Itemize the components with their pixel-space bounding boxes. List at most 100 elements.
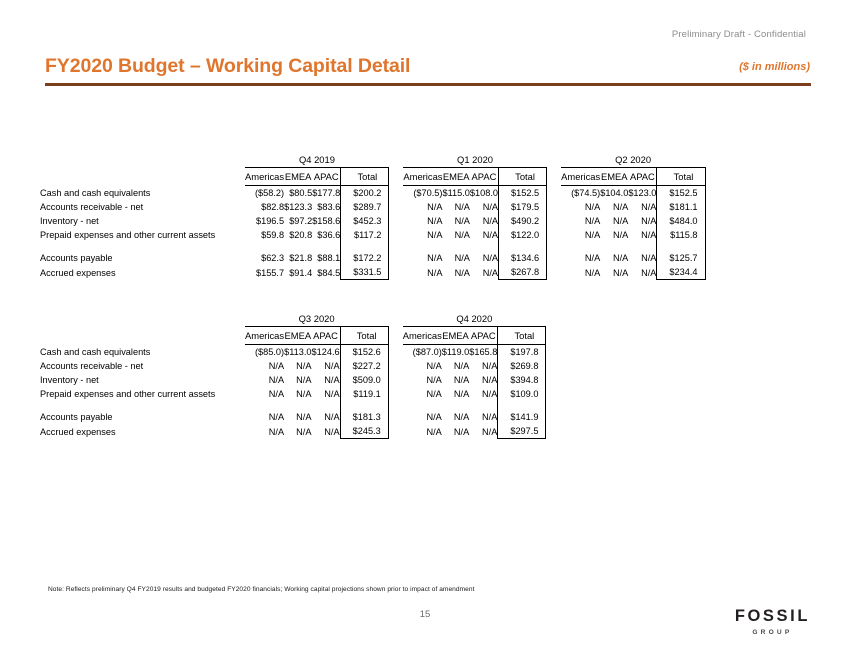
data-cell: $117.2 bbox=[340, 228, 390, 242]
spacer-cell bbox=[628, 242, 657, 251]
data-cell: N/A bbox=[641, 253, 657, 263]
data-cell: $104.0 bbox=[600, 188, 629, 198]
data-cell: N/A bbox=[324, 361, 340, 371]
slide-canvas: Preliminary Draft - Confidential FY2020 … bbox=[0, 0, 850, 657]
column-header-total: Total bbox=[656, 167, 706, 186]
data-cell: $36.6 bbox=[317, 230, 341, 240]
spacer-cell bbox=[340, 242, 390, 251]
row-group-gap bbox=[547, 251, 562, 265]
data-cell: $123.3 bbox=[284, 202, 313, 212]
data-cell: $196.5 bbox=[255, 216, 285, 226]
data-cell: N/A bbox=[453, 361, 470, 371]
data-cell: $227.2 bbox=[339, 359, 389, 373]
row-group-gap bbox=[547, 265, 562, 280]
units-label: ($ in millions) bbox=[739, 61, 810, 73]
table-row: Accrued expenses $155.7 $91.4 $84.5 $331.5 N/… bbox=[40, 265, 706, 280]
data-cell: $134.6 bbox=[498, 251, 548, 265]
table-row: Inventory - net N/A N/A N/A $509.0 N/A N/A N/A $… bbox=[40, 373, 547, 387]
data-cell: $200.2 bbox=[340, 185, 390, 200]
row-group-gap bbox=[389, 251, 404, 265]
column-header-row: Americas EMEA APAC Total Americas EMEA APAC Tot… bbox=[40, 326, 547, 345]
data-cell: $115.8 bbox=[656, 228, 706, 242]
table-row: Accrued expenses N/A N/A N/A $245.3 N/A N/A N/A… bbox=[40, 424, 547, 439]
data-cell: N/A bbox=[612, 267, 629, 278]
data-cell: $158.6 bbox=[312, 216, 341, 226]
row-group-gap bbox=[388, 359, 403, 373]
quarter-group-gap bbox=[389, 152, 404, 168]
row-label: Accounts receivable - net bbox=[40, 361, 144, 371]
column-header-americas: Americas bbox=[561, 167, 601, 186]
data-cell: $179.5 bbox=[498, 200, 548, 214]
data-cell: $152.5 bbox=[498, 185, 548, 200]
data-cell: N/A bbox=[296, 426, 312, 437]
table-row: Prepaid expenses and other current asset… bbox=[40, 387, 547, 401]
data-cell: N/A bbox=[454, 253, 470, 263]
confidential-label: Preliminary Draft - Confidential bbox=[671, 29, 806, 40]
data-cell: N/A bbox=[268, 389, 285, 399]
row-group-gap bbox=[389, 214, 404, 228]
data-cell: N/A bbox=[584, 202, 601, 212]
column-header-americas: Americas bbox=[403, 167, 443, 186]
data-cell: N/A bbox=[324, 412, 340, 422]
data-cell: $269.8 bbox=[497, 359, 547, 373]
column-header-emea: EMEA bbox=[600, 167, 629, 186]
data-cell: N/A bbox=[482, 230, 499, 240]
data-cell: N/A bbox=[427, 202, 443, 212]
spacer-cell bbox=[497, 401, 547, 410]
table-two-head: Q3 2020 Q4 2020 Americas EMEA APAC Total Amer… bbox=[40, 311, 547, 345]
data-cell: ($58.2) bbox=[254, 188, 285, 198]
table-two-body: Cash and cash equivalents ($85.0) $113.0 $1… bbox=[40, 344, 547, 439]
row-label: Inventory - net bbox=[40, 216, 99, 226]
data-cell: N/A bbox=[641, 202, 657, 212]
data-cell: $115.0 bbox=[442, 188, 470, 198]
data-cell: $97.2 bbox=[289, 216, 313, 226]
data-cell: $181.1 bbox=[656, 200, 706, 214]
spacer-cell bbox=[40, 401, 245, 410]
data-cell: N/A bbox=[584, 230, 601, 240]
row-group-gap bbox=[547, 200, 562, 214]
data-cell: N/A bbox=[296, 375, 312, 385]
data-cell: $119.0 bbox=[441, 347, 470, 357]
table-row: Prepaid expenses and other current asset… bbox=[40, 228, 706, 242]
quarter-group-gap bbox=[547, 152, 562, 168]
row-group-gap bbox=[388, 424, 403, 439]
row-group-gap bbox=[547, 228, 562, 242]
spacer-cell bbox=[600, 242, 628, 251]
data-cell: $82.8 bbox=[261, 202, 285, 212]
table-row: Accounts receivable - net $82.8 $123.3 $83.… bbox=[40, 200, 706, 214]
spacer-cell bbox=[284, 401, 311, 410]
spacer-gap-cell bbox=[388, 401, 403, 410]
data-cell: N/A bbox=[426, 412, 442, 422]
column-header-apac: APAC bbox=[469, 167, 499, 186]
spacer-cell bbox=[469, 401, 498, 410]
spacer-gap-cell bbox=[547, 242, 562, 251]
data-cell: $394.8 bbox=[497, 373, 547, 387]
data-cell: N/A bbox=[296, 389, 312, 399]
data-cell: $297.5 bbox=[497, 424, 547, 439]
table-row: Accounts payable $62.3 $21.8 $88.1 $172.2 N/A… bbox=[40, 251, 706, 265]
data-cell: N/A bbox=[482, 202, 499, 212]
data-cell: $20.8 bbox=[289, 230, 313, 240]
data-cell: $88.1 bbox=[317, 253, 341, 263]
data-cell: $124.6 bbox=[311, 347, 340, 357]
data-cell: $165.8 bbox=[469, 347, 498, 357]
data-cell: N/A bbox=[612, 202, 629, 212]
data-cell: N/A bbox=[482, 253, 499, 263]
data-cell: N/A bbox=[584, 253, 601, 263]
data-cell: N/A bbox=[296, 412, 312, 422]
data-cell: N/A bbox=[426, 375, 442, 385]
spacer-cell bbox=[561, 242, 600, 251]
page-title: FY2020 Budget – Working Capital Detail bbox=[45, 55, 411, 77]
table-row: Cash and cash equivalents ($85.0) $113.0 $1… bbox=[40, 344, 547, 359]
data-cell: N/A bbox=[612, 216, 629, 226]
data-cell: ($87.0) bbox=[412, 347, 442, 357]
table-spacer-row bbox=[40, 401, 547, 410]
row-label: Accrued expenses bbox=[40, 267, 116, 278]
data-cell: N/A bbox=[482, 389, 498, 399]
table-one-body: Cash and cash equivalents ($58.2) $80.5 $17… bbox=[40, 185, 706, 280]
data-cell: $119.1 bbox=[339, 387, 389, 401]
column-header-americas: Americas bbox=[245, 326, 285, 345]
data-cell: $490.2 bbox=[498, 214, 548, 228]
quarter-header-row: Q4 2019 Q1 2020 Q2 2020 bbox=[40, 152, 706, 168]
column-header-americas: Americas bbox=[245, 167, 285, 186]
